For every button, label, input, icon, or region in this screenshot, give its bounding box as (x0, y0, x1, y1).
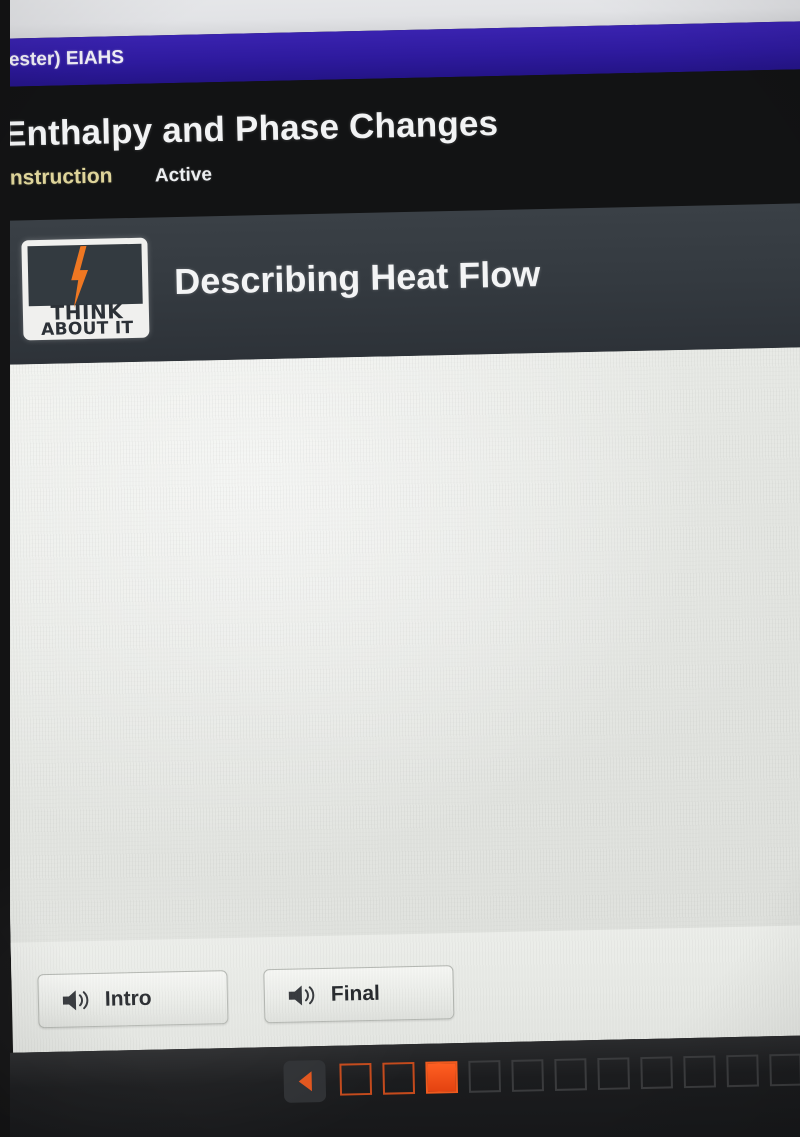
audio-controls-bar: Intro Final (10, 924, 800, 1053)
browser-window: https://r09.core.learn.edgenuity.com/Pla… (0, 0, 800, 1137)
instruction-prompt: For each example of a phase change, iden… (34, 371, 660, 439)
lesson-content-panel: For each example of a phase change, iden… (0, 346, 800, 981)
page-title: Enthalpy and Phase Changes (2, 103, 499, 154)
progress-step-3[interactable] (425, 1061, 459, 1094)
think-about-it-logo: THINK ABOUT IT (21, 237, 150, 341)
complete-button[interactable]: COMPLETE (28, 829, 158, 863)
lesson-header: Enthalpy and Phase Changes Instruction A… (0, 68, 800, 222)
screen-photo: https://r09.core.learn.edgenuity.com/Pla… (0, 0, 800, 1137)
question-text-1: A popsicle melts on a hot day. (36, 470, 315, 500)
previous-button[interactable] (283, 1059, 327, 1103)
progress-step-6[interactable] (554, 1058, 588, 1091)
progress-step-5[interactable] (511, 1059, 545, 1092)
progress-step-7[interactable] (597, 1057, 630, 1091)
question-text-2: Rubbing alcohol evaporates from the surf… (39, 588, 565, 624)
checkmark-icon: ✓ (53, 534, 73, 560)
answer-value-2: heat absorbed (72, 655, 208, 682)
bottom-progress-bar (0, 1034, 800, 1137)
checkmark-icon: ✓ (41, 779, 61, 806)
answer-value-1: heat absorbed (80, 532, 215, 559)
final-audio-label: Final (330, 981, 381, 1006)
answer-dropdown-3[interactable]: ✓ heat released ⌄ (28, 769, 260, 813)
speaker-icon (288, 985, 315, 1006)
answer-value-3: heat released (67, 777, 196, 804)
intro-audio-label: Intro (104, 986, 152, 1011)
chevron-down-icon[interactable]: ⌄ (205, 780, 219, 797)
answer-dropdown-1[interactable]: ✓ heat absorbed ⌄ (41, 523, 279, 568)
intro-audio-button[interactable]: Intro (37, 970, 229, 1029)
tab-active[interactable]: Active (155, 164, 212, 186)
chevron-down-icon[interactable]: ⌄ (217, 658, 231, 675)
chevron-down-icon[interactable]: ⌄ (225, 535, 239, 552)
progress-step-1[interactable] (339, 1062, 373, 1096)
activity-banner: THINK ABOUT IT Describing Heat Flow (0, 202, 800, 365)
progress-step-4[interactable] (468, 1060, 502, 1093)
checkmark-icon: ✓ (46, 657, 66, 683)
logo-text-about-it: ABOUT IT (40, 317, 134, 340)
progress-step-9[interactable] (683, 1055, 716, 1089)
complete-button-label: COMPLETE (39, 834, 147, 858)
answer-dropdown-2[interactable]: ✓ heat absorbed ⌄ (34, 647, 272, 691)
progress-step-2[interactable] (382, 1062, 416, 1095)
final-audio-button[interactable]: Final (263, 965, 455, 1024)
previous-arrow-icon (298, 1071, 312, 1092)
speaker-icon (62, 990, 89, 1011)
progress-step-11[interactable] (769, 1053, 800, 1087)
lesson-tabs: Instruction Active (4, 162, 212, 191)
progress-step-10[interactable] (726, 1054, 759, 1088)
question-text-3: Lava solidifies when it erupts from a vo… (41, 714, 461, 748)
course-title: emester) EIAHS (0, 47, 125, 72)
photo-left-edge (0, 0, 10, 1137)
progress-steps (339, 1052, 800, 1096)
activity-title: Describing Heat Flow (173, 253, 541, 303)
progress-step-8[interactable] (640, 1056, 673, 1090)
tab-instruction[interactable]: Instruction (4, 164, 113, 189)
